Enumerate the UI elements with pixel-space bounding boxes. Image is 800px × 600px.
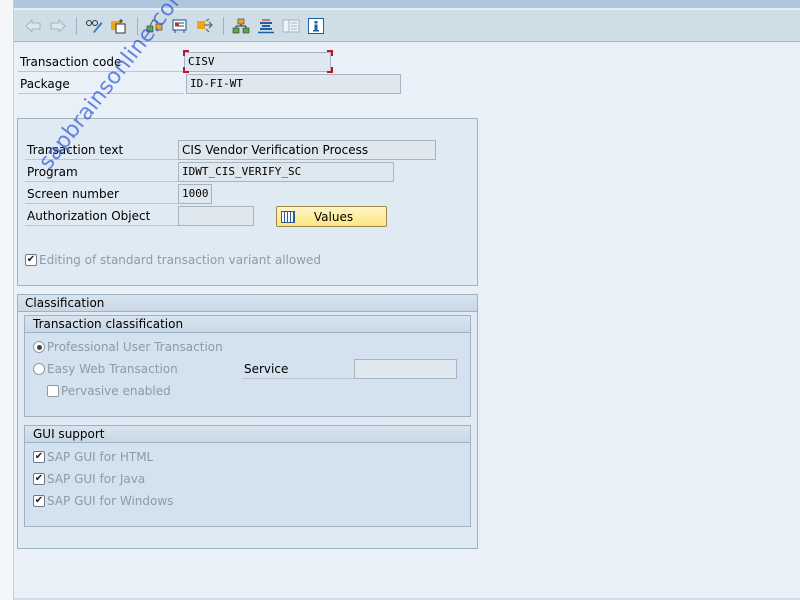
transaction-text-field[interactable]: CIS Vendor Verification Process: [178, 140, 436, 160]
pervasive-enabled-label: Pervasive enabled: [61, 384, 171, 398]
pervasive-enabled-checkbox[interactable]: Pervasive enabled: [47, 384, 171, 398]
gui-java-checkbox[interactable]: ✔ SAP GUI for Java: [33, 472, 145, 486]
program-label: Program: [25, 162, 178, 182]
info-icon: [308, 17, 324, 34]
toolbar-separator: [137, 16, 138, 35]
forward-arrow-icon: [50, 18, 66, 33]
test-button[interactable]: [194, 15, 216, 37]
transaction-details-panel: Transaction text CIS Vendor Verification…: [17, 118, 478, 286]
gui-support-panel: GUI support ✔ SAP GUI for HTML ✔ SAP GUI…: [24, 425, 471, 527]
professional-user-label: Professional User Transaction: [47, 340, 223, 354]
program-field[interactable]: IDWT_CIS_VERIFY_SC: [178, 162, 394, 182]
transaction-classification-header: Transaction classification: [25, 316, 470, 333]
authorization-object-label: Authorization Object: [25, 206, 178, 226]
package-label: Package: [18, 74, 184, 94]
test-icon: [197, 18, 213, 32]
activate-button[interactable]: [169, 15, 191, 37]
transaction-code-label: Transaction code: [18, 52, 184, 72]
package-field[interactable]: ID-FI-WT: [186, 74, 401, 94]
toolbar-separator: [223, 16, 224, 35]
easy-web-label: Easy Web Transaction: [47, 362, 178, 376]
gui-java-label: SAP GUI for Java: [47, 472, 146, 486]
check-button[interactable]: [144, 15, 166, 37]
professional-user-radio[interactable]: Professional User Transaction: [33, 340, 223, 354]
documentation-icon: [282, 19, 300, 32]
display-change-button[interactable]: [83, 15, 105, 37]
authorization-object-field[interactable]: [178, 206, 254, 226]
checkbox-unchecked-icon: [47, 385, 59, 397]
required-marker: [183, 50, 189, 56]
documentation-button[interactable]: [280, 15, 302, 37]
left-frame-strip: [0, 0, 14, 600]
service-field[interactable]: [354, 359, 457, 379]
required-marker: [183, 67, 189, 73]
values-button-label: Values: [313, 209, 354, 224]
screen-number-field[interactable]: 1000: [178, 184, 212, 204]
title-bar: [14, 0, 800, 9]
radio-selected-icon: [33, 341, 45, 353]
back-arrow-icon: [25, 18, 41, 33]
required-marker: [327, 50, 333, 56]
gui-support-header: GUI support: [25, 426, 470, 443]
transaction-code-field[interactable]: CISV: [184, 52, 331, 72]
gui-html-label: SAP GUI for HTML: [47, 450, 154, 464]
activate-icon: [172, 19, 187, 33]
transaction-classification-panel: Transaction classification Professional …: [24, 315, 471, 417]
checkbox-checked-icon: ✔: [33, 451, 45, 463]
where-used-button[interactable]: [255, 15, 277, 37]
gui-windows-label: SAP GUI for Windows: [47, 494, 174, 508]
other-object-icon: [111, 18, 126, 33]
gui-html-checkbox[interactable]: ✔ SAP GUI for HTML: [33, 450, 153, 464]
display-change-icon: [86, 19, 103, 33]
classification-header: Classification: [18, 295, 477, 312]
back-button[interactable]: [22, 15, 44, 37]
forward-button[interactable]: [47, 15, 69, 37]
checkbox-checked-icon: ✔: [33, 495, 45, 507]
classification-panel: Classification Transaction classificatio…: [17, 294, 478, 549]
toolbar-separator: [76, 16, 77, 35]
application-toolbar: [14, 10, 800, 42]
information-button[interactable]: [305, 15, 327, 37]
screen-number-label: Screen number: [25, 184, 178, 204]
checkbox-checked-icon: ✔: [33, 473, 45, 485]
object-list-button[interactable]: [230, 15, 252, 37]
where-used-icon: [258, 18, 274, 33]
check-icon: [146, 18, 163, 32]
gui-windows-checkbox[interactable]: ✔ SAP GUI for Windows: [33, 494, 173, 508]
required-marker: [327, 67, 333, 73]
editing-variant-checkbox[interactable]: ✔ Editing of standard transaction varian…: [25, 253, 321, 267]
main-content: Transaction code CISV Package ID-FI-WT T…: [14, 0, 800, 600]
values-button[interactable]: Values: [276, 206, 387, 227]
service-label: Service: [242, 359, 354, 379]
checkbox-checked-icon: ✔: [25, 254, 37, 266]
transaction-text-label: Transaction text: [25, 140, 178, 160]
other-object-button[interactable]: [108, 15, 130, 37]
radio-unselected-icon: [33, 363, 45, 375]
easy-web-radio[interactable]: Easy Web Transaction: [33, 362, 178, 376]
editing-variant-label: Editing of standard transaction variant …: [39, 253, 322, 267]
table-icon: [281, 210, 295, 223]
hierarchy-icon: [232, 18, 250, 33]
